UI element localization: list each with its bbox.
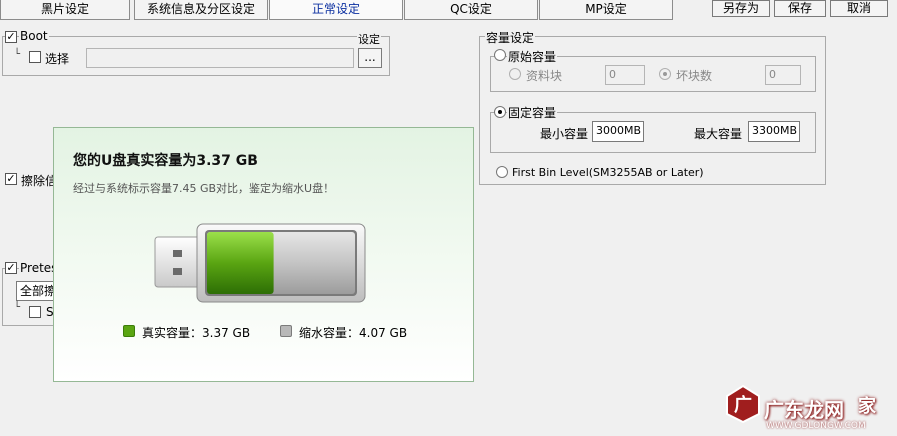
pretest-checkbox[interactable]: ✓: [5, 262, 17, 274]
boot-select-checkbox[interactable]: [29, 51, 41, 63]
pretest-sub-checkbox[interactable]: [29, 306, 41, 318]
save-button[interactable]: 保存: [774, 0, 826, 17]
tab-system-info[interactable]: 系统信息及分区设定: [134, 0, 268, 20]
shrink-capacity-legend-swatch: [280, 325, 292, 337]
boot-select-label: 选择: [45, 52, 70, 66]
popup-description: 经过与系统标示容量7.45 GB对比，鉴定为缩水U盘！: [73, 182, 335, 195]
data-block-label: 资料块: [526, 69, 563, 83]
max-capacity-label: 最大容量: [694, 127, 743, 141]
capacity-result-popup: 您的U盘真实容量为3.37 GB 经过与系统标示容量7.45 GB对比，鉴定为缩…: [53, 127, 474, 382]
first-bin-label: First Bin Level(SM3255AB or Later): [512, 166, 704, 179]
min-capacity-label: 最小容量: [540, 127, 589, 141]
real-capacity-label: 真实容量：3.37 GB: [142, 326, 251, 340]
tab-mp-settings[interactable]: MP设定: [539, 0, 673, 20]
tab-qc-settings[interactable]: QC设定: [404, 0, 538, 20]
bad-block-label: 坏块数: [676, 69, 713, 83]
real-capacity-bar: [207, 232, 274, 294]
real-capacity-legend-swatch: [123, 325, 135, 337]
tab-bar: 黑片设定 系统信息及分区设定 正常设定 QC设定 MP设定 另存为 保存 取消: [0, 0, 897, 21]
boot-browse-button[interactable]: ...: [358, 48, 382, 68]
erase-label: 擦除信: [21, 174, 58, 188]
watermark-text: 广东龙网: [764, 398, 844, 422]
bad-block-input[interactable]: 0: [765, 65, 801, 85]
site-logo-icon: 广: [726, 384, 760, 424]
boot-path-input[interactable]: [86, 48, 354, 68]
min-capacity-input[interactable]: 3000MB: [592, 121, 644, 142]
save-as-button[interactable]: 另存为: [712, 0, 770, 17]
watermark-url: WWW.GDLONGW.COM: [766, 421, 866, 431]
tree-branch-icon: └: [14, 302, 21, 313]
original-capacity-radio[interactable]: [494, 49, 506, 61]
first-bin-radio[interactable]: [496, 166, 508, 178]
svg-text:广: 广: [734, 394, 752, 416]
max-capacity-input[interactable]: 3300MB: [748, 121, 800, 142]
fixed-capacity-radio[interactable]: [494, 106, 506, 118]
usb-drive-icon: [154, 223, 366, 303]
tab-normal-settings[interactable]: 正常设定: [269, 0, 403, 20]
data-block-input[interactable]: 0: [605, 65, 645, 85]
erase-checkbox[interactable]: ✓: [5, 173, 17, 185]
data-block-radio[interactable]: [509, 68, 521, 80]
capacity-group-label: 容量设定: [485, 29, 536, 46]
popup-title: 您的U盘真实容量为3.37 GB: [73, 153, 258, 169]
shrink-capacity-label: 缩水容量：4.07 GB: [299, 326, 408, 340]
fixed-capacity-label: 固定容量: [507, 104, 558, 121]
watermark-suffix: 家: [858, 396, 876, 417]
bad-block-radio[interactable]: [659, 68, 671, 80]
boot-checkbox[interactable]: ✓: [5, 31, 17, 43]
tree-branch-icon: └: [14, 49, 21, 60]
original-capacity-label: 原始容量: [507, 48, 558, 65]
boot-settings-label[interactable]: 设定: [357, 31, 381, 47]
boot-label: Boot: [19, 29, 49, 43]
cancel-button[interactable]: 取消: [830, 0, 888, 17]
tab-blank-settings[interactable]: 黑片设定: [0, 0, 130, 20]
